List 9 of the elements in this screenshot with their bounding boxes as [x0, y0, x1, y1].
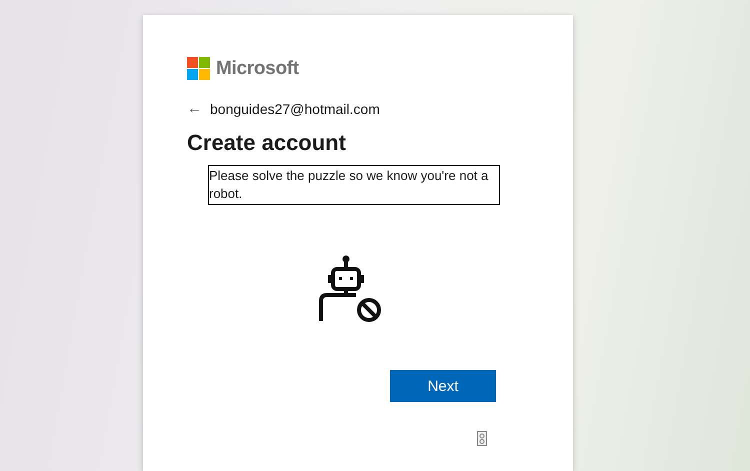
puzzle-message: Please solve the puzzle so we know you're not a robot.: [208, 165, 500, 205]
account-email: bonguides27@hotmail.com: [210, 100, 380, 116]
back-arrow[interactable]: ←: [187, 100, 202, 117]
page-title: Create account: [187, 130, 347, 156]
document-icon: [477, 431, 487, 446]
robot-blocked-icon: [318, 255, 384, 323]
brand-name: Microsoft: [216, 58, 299, 80]
logo-icon: [187, 57, 210, 80]
next-button[interactable]: Next: [390, 370, 496, 402]
